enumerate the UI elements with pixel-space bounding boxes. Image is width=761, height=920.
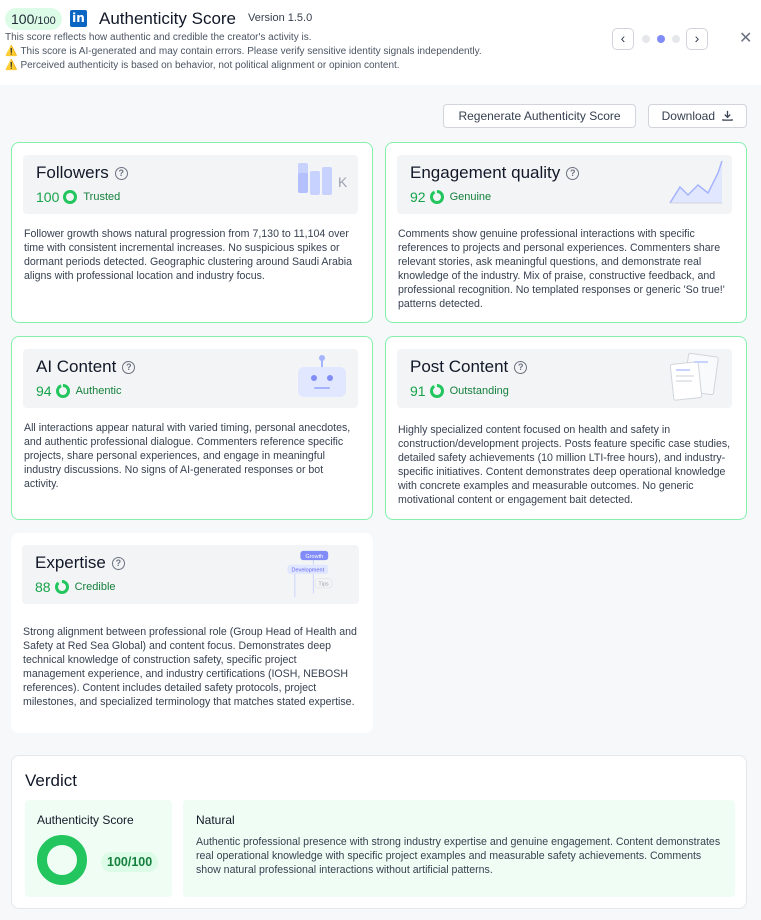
svg-text:K: K [338, 174, 348, 190]
card-score: 92 Genuine [410, 189, 492, 205]
verdict-panel: Verdict Authenticity Score 100/100 Natur… [11, 755, 747, 909]
card-header: Followers? 100 Trusted K [23, 155, 358, 214]
card-description: Highly specialized content focused on he… [398, 424, 731, 506]
documents-icon [669, 353, 719, 401]
regenerate-button[interactable]: Regenerate Authenticity Score [443, 104, 636, 128]
help-icon[interactable]: ? [566, 167, 580, 180]
card-header: Expertise? 88 Credible Growth Developmen… [22, 545, 359, 604]
verdict-score-pill: 100/100 [101, 852, 159, 872]
engagement-card: Engagement quality? 92 Genuine Comments … [385, 142, 747, 323]
card-description: Follower growth shows natural progressio… [24, 228, 353, 282]
svg-text:Growth: Growth [305, 554, 323, 560]
score-ring-icon [54, 580, 69, 594]
verdict-category: Natural [196, 813, 235, 827]
download-button[interactable]: Download [648, 104, 747, 128]
card-description: Comments show genuine professional inter… [398, 228, 725, 310]
verdict-title: Verdict [25, 771, 77, 790]
engagement-chart-icon [669, 160, 723, 204]
help-icon[interactable]: ? [514, 361, 528, 374]
disclaimer-line: ⚠️ Perceived authenticity is based on beh… [5, 60, 400, 71]
prev-button[interactable]: ‹ [612, 28, 634, 50]
verdict-donut-icon [37, 835, 87, 885]
card-title: Expertise? [35, 553, 125, 573]
robot-icon [298, 355, 346, 397]
help-icon[interactable]: ? [122, 361, 136, 374]
verdict-text: Authentic professional presence with str… [196, 836, 721, 876]
card-header: Post Content? 91 Outstanding [397, 349, 732, 408]
warning-icon: ⚠️ [5, 60, 18, 71]
post-content-card: Post Content? 91 Outstanding Highly spec… [385, 336, 747, 520]
skills-tree-icon: Growth Development Tips [287, 550, 333, 598]
overall-score-pill: 100/100 [5, 8, 62, 30]
linkedin-icon: in [70, 10, 87, 27]
page-dot-active[interactable] [657, 35, 665, 43]
svg-text:Tips: Tips [318, 582, 328, 588]
svg-text:Development: Development [291, 568, 324, 574]
main-panel: Regenerate Authenticity Score Download F… [0, 85, 761, 920]
help-icon[interactable]: ? [114, 167, 128, 180]
verdict-score-label: Authenticity Score [37, 813, 134, 827]
page-title: Authenticity Score [99, 9, 237, 28]
card-title: AI Content? [36, 357, 136, 377]
followers-card: Followers? 100 Trusted K Follower growth… [11, 142, 373, 323]
score-ring-icon [429, 190, 444, 204]
download-icon [722, 110, 734, 121]
card-score: 91 Outstanding [410, 383, 509, 399]
card-title: Engagement quality? [410, 163, 580, 183]
card-header: AI Content? 94 Authentic [23, 349, 358, 408]
next-button[interactable]: › [686, 28, 708, 50]
score-ring-icon [429, 384, 444, 398]
page-indicator [642, 35, 680, 43]
score-ring-icon [63, 190, 78, 204]
card-header: Engagement quality? 92 Genuine [397, 155, 732, 214]
version-label: Version 1.5.0 [248, 12, 313, 24]
warning-icon: ⚠️ [5, 46, 18, 57]
card-score: 100 Trusted [36, 189, 121, 205]
score-ring-icon [55, 384, 70, 398]
page-dot[interactable] [642, 35, 650, 43]
page-dot[interactable] [672, 35, 680, 43]
disclaimer-line: ⚠️ This score is AI-generated and may con… [5, 46, 482, 57]
followers-illustration-icon: K [298, 163, 348, 195]
card-description: All interactions appear natural with var… [24, 422, 351, 490]
help-icon[interactable]: ? [111, 557, 125, 570]
card-description: Strong alignment between professional ro… [23, 626, 357, 708]
verdict-score-box: Authenticity Score 100/100 [25, 800, 172, 897]
verdict-summary-box: Natural Authentic professional presence … [183, 800, 735, 897]
description-line: This score reflects how authentic and cr… [5, 32, 312, 43]
card-title: Post Content? [410, 357, 528, 377]
card-score: 88 Credible [35, 579, 116, 595]
close-icon[interactable]: ✕ [739, 29, 752, 49]
expertise-card: Expertise? 88 Credible Growth Developmen… [11, 533, 373, 733]
card-score: 94 Authentic [36, 383, 122, 399]
ai-content-card: AI Content? 94 Authentic All interaction… [11, 336, 373, 520]
card-title: Followers? [36, 163, 128, 183]
header: 100/100 in Authenticity Score Version 1.… [0, 0, 761, 85]
